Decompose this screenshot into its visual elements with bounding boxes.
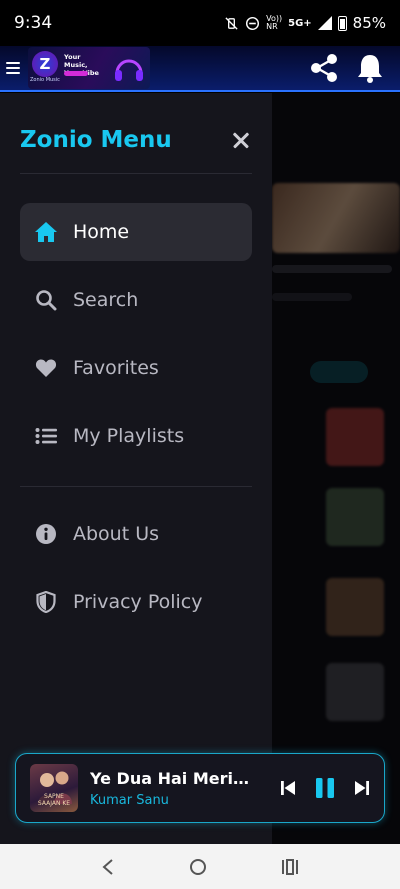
bell-icon[interactable] <box>356 52 384 84</box>
menu-item-my-playlists[interactable]: My Playlists <box>20 407 252 465</box>
divider <box>20 173 252 174</box>
volte-indicator: Vo)) NR <box>266 15 282 31</box>
banner-pill <box>64 71 88 76</box>
home-icon <box>34 220 58 244</box>
menu-label: Favorites <box>73 357 159 379</box>
close-icon[interactable] <box>230 129 252 151</box>
menu-label: About Us <box>73 523 160 545</box>
dnd-icon <box>246 16 260 30</box>
track-info[interactable]: Ye Dua Hai Meri ... Kumar Sanu <box>90 769 250 808</box>
track-artist: Kumar Sanu <box>90 792 169 808</box>
info-icon <box>34 522 58 546</box>
banner-brand: Zonio Music <box>30 77 60 83</box>
heart-icon <box>34 356 58 380</box>
hamburger-menu-icon[interactable] <box>6 61 20 75</box>
share-icon[interactable] <box>308 52 340 84</box>
nr-label: NR <box>266 22 278 31</box>
menu-item-search[interactable]: Search <box>20 271 252 329</box>
previous-icon[interactable] <box>280 779 296 797</box>
menu-label: Home <box>73 221 130 243</box>
menu-item-privacy-policy[interactable]: Privacy Policy <box>20 573 252 631</box>
mini-player[interactable]: SAPNE SAAJAN KE Ye Dua Hai Meri ... Kuma… <box>15 753 385 823</box>
network-type: 5G+ <box>288 17 312 29</box>
system-nav-bar <box>0 844 400 889</box>
app-header: Z Zonio Music Your Music, Your Vibe <box>0 46 400 92</box>
menu-item-favorites[interactable]: Favorites <box>20 339 252 397</box>
headphones-icon <box>115 59 143 81</box>
app-banner[interactable]: Z Zonio Music Your Music, Your Vibe <box>28 47 150 89</box>
background-content <box>272 93 400 844</box>
search-icon <box>34 288 58 312</box>
status-bar: 9:34 Vo)) NR 5G+ 85% <box>0 0 400 46</box>
menu-item-home[interactable]: Home <box>20 203 252 261</box>
drawer-title: Zonio Menu <box>20 127 172 153</box>
signal-icon <box>317 16 332 30</box>
album-title-text: SAPNE SAAJAN KE <box>37 793 71 807</box>
next-icon[interactable] <box>354 779 370 797</box>
menu-label: My Playlists <box>73 425 185 447</box>
status-time: 9:34 <box>14 13 53 33</box>
list-icon <box>34 424 58 448</box>
navigation-drawer: Zonio Menu Home Search Favorites My Play… <box>0 93 272 844</box>
menu-label: Privacy Policy <box>73 591 203 613</box>
recents-icon[interactable] <box>281 858 299 876</box>
home-button-icon[interactable] <box>189 858 207 876</box>
album-art[interactable]: SAPNE SAAJAN KE <box>30 764 78 812</box>
drawer-header: Zonio Menu <box>20 120 252 160</box>
mute-vibrate-icon <box>225 16 238 30</box>
pause-icon[interactable] <box>314 776 336 800</box>
header-actions <box>308 52 394 84</box>
back-icon[interactable] <box>101 858 115 876</box>
divider <box>20 486 252 487</box>
status-icons: Vo)) NR 5G+ 85% <box>224 14 386 32</box>
player-controls <box>280 776 370 800</box>
battery-icon <box>337 15 347 31</box>
track-title: Ye Dua Hai Meri ... <box>90 768 250 788</box>
shield-icon <box>34 590 58 614</box>
banner-logo: Z <box>32 51 58 77</box>
scrim[interactable] <box>272 93 400 844</box>
battery-level: 85% <box>352 14 386 32</box>
menu-item-about-us[interactable]: About Us <box>20 505 252 563</box>
menu-label: Search <box>73 289 139 311</box>
